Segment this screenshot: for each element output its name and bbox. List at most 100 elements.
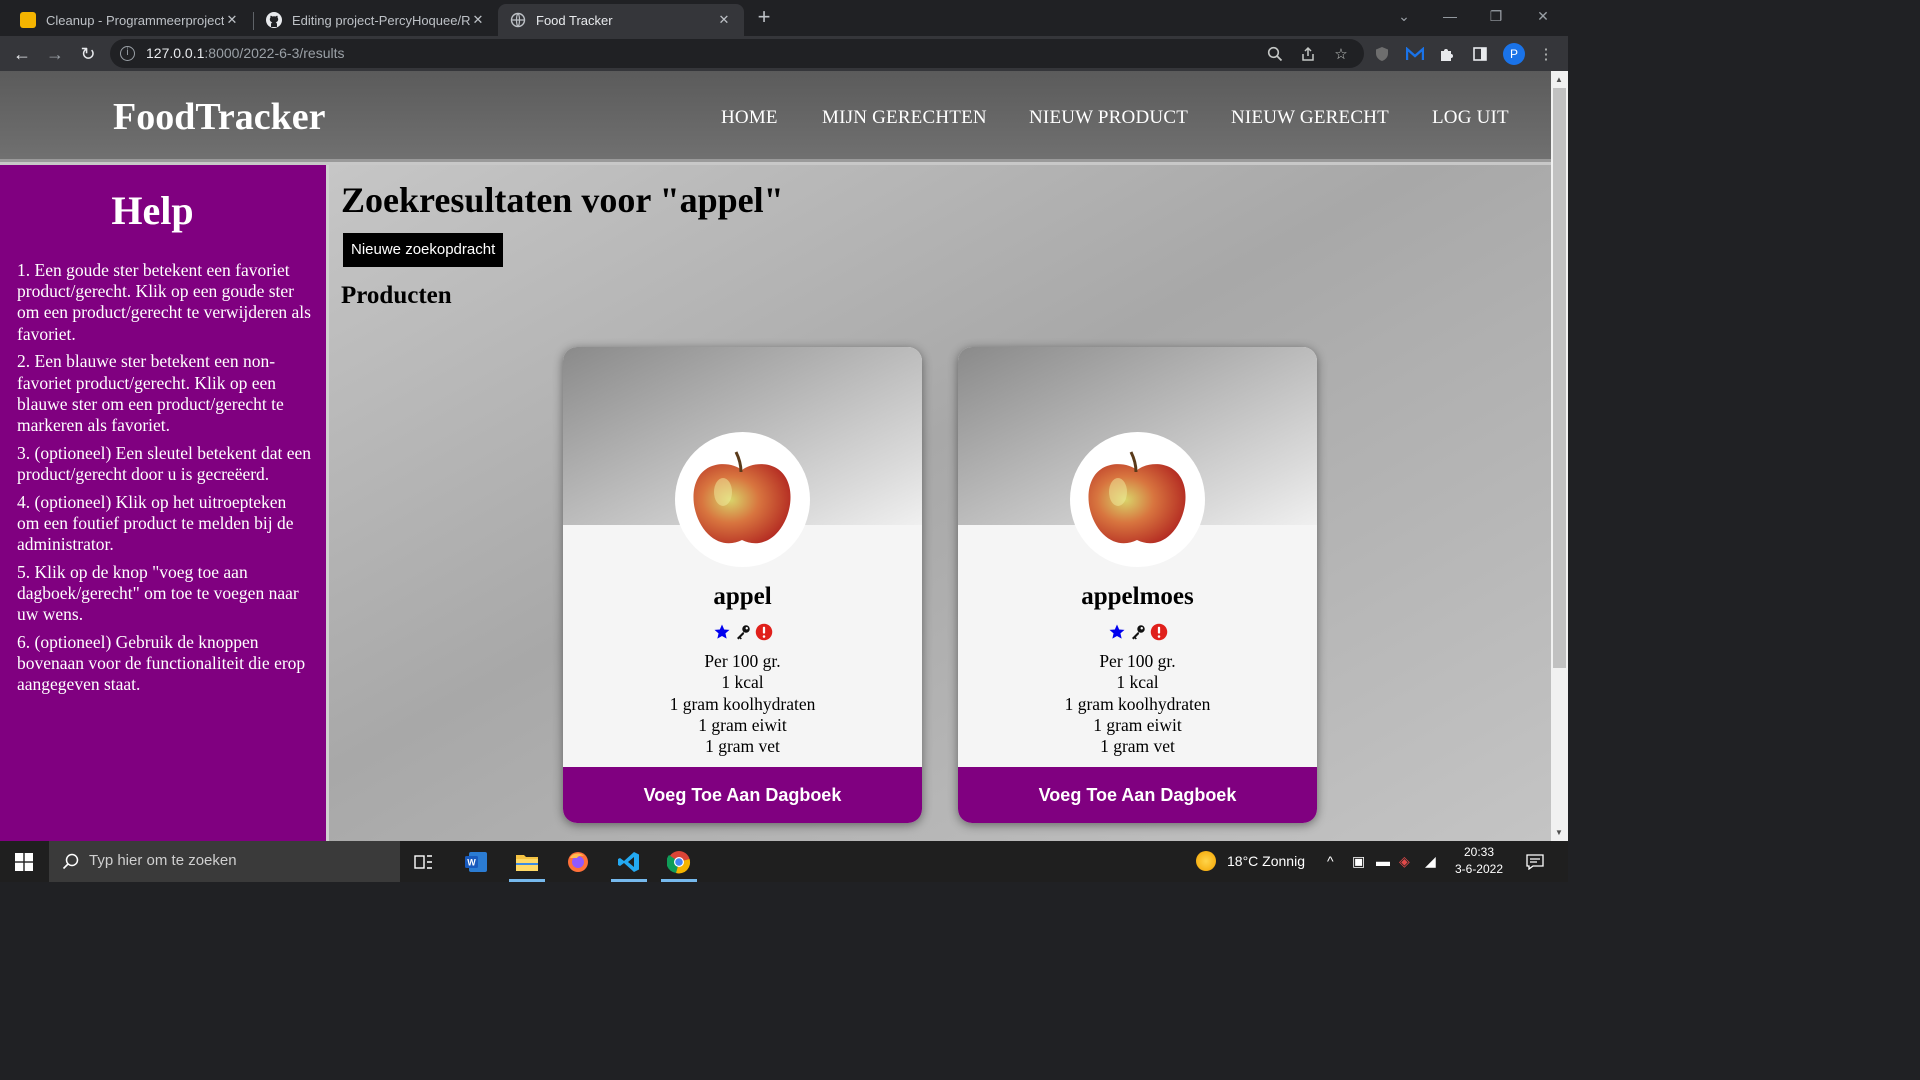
product-icons bbox=[563, 623, 922, 641]
page-viewport: FoodTracker HOME MIJN GERECHTEN NIEUW PR… bbox=[0, 71, 1551, 841]
nav-log-uit[interactable]: LOG UIT bbox=[1432, 107, 1509, 129]
url-path: :8000/2022-6-3/results bbox=[204, 45, 345, 61]
close-window-icon[interactable]: ✕ bbox=[1520, 0, 1566, 32]
address-bar[interactable]: i 127.0.0.1:8000/2022-6-3/results bbox=[110, 39, 1364, 68]
nutrition-fat: 1 gram vet bbox=[705, 736, 780, 757]
add-to-diary-button[interactable]: Voeg Toe Aan Dagboek bbox=[563, 767, 922, 823]
help-item: 3. (optioneel) Een sleutel betekent dat … bbox=[17, 442, 311, 484]
nutrition-facts: Per 100 gr. 1 kcal 1 gram koolhydraten 1… bbox=[958, 651, 1317, 757]
help-list: 1. Een goude ster betekent een favoriet … bbox=[17, 260, 312, 702]
close-tab-icon[interactable]: ✕ bbox=[716, 12, 732, 28]
site-brand[interactable]: FoodTracker bbox=[113, 95, 325, 139]
clock-time: 20:33 bbox=[1463, 845, 1495, 859]
windows-logo-icon bbox=[15, 852, 33, 871]
minimize-icon[interactable]: — bbox=[1427, 0, 1473, 32]
tab-title: Food Tracker bbox=[536, 12, 613, 28]
tray-chevron-icon[interactable]: ^ bbox=[1327, 853, 1334, 869]
new-search-button[interactable]: Nieuwe zoekopdracht bbox=[343, 233, 504, 267]
add-to-diary-button[interactable]: Voeg Toe Aan Dagboek bbox=[958, 767, 1317, 823]
svg-text:W: W bbox=[467, 857, 476, 867]
new-tab-button[interactable]: + bbox=[752, 6, 776, 30]
nav-home[interactable]: HOME bbox=[721, 107, 778, 129]
nutrition-basis: Per 100 gr. bbox=[1099, 651, 1176, 671]
tab-github[interactable]: Editing project-PercyHoquee/README.md ✕ bbox=[254, 4, 498, 36]
browser-menu-icon[interactable]: ⋮ bbox=[1535, 43, 1557, 65]
help-item: 6. (optioneel) Gebruik de knoppen bovena… bbox=[17, 631, 306, 695]
forward-arrow-icon[interactable]: → bbox=[41, 40, 69, 68]
product-name: appel bbox=[713, 583, 772, 610]
task-view-icon[interactable] bbox=[400, 841, 448, 882]
report-exclamation-icon[interactable] bbox=[1150, 623, 1168, 641]
scroll-up-arrow-icon[interactable]: ▲ bbox=[1555, 75, 1563, 84]
clock-date: 3-6-2022 bbox=[1454, 862, 1504, 876]
m-extension-icon[interactable] bbox=[1404, 43, 1426, 65]
help-item: 5. Klik op de knop "voeg toe aan dagboek… bbox=[17, 561, 299, 625]
nutrition-protein: 1 gram eiwit bbox=[698, 714, 787, 735]
windows-taskbar: Typ hier om te zoeken W 18°C Zonnig ^ ▣ … bbox=[0, 841, 1568, 882]
battery-icon[interactable]: ▬ bbox=[1376, 853, 1390, 869]
url-text[interactable]: 127.0.0.1:8000/2022-6-3/results bbox=[146, 45, 344, 61]
meet-now-icon[interactable]: ▣ bbox=[1352, 853, 1365, 870]
reload-icon[interactable]: ↻ bbox=[74, 40, 102, 68]
weather-text[interactable]: 18°C Zonnig bbox=[1227, 853, 1305, 869]
firefox-app-icon[interactable] bbox=[554, 841, 602, 882]
slides-icon bbox=[20, 12, 36, 28]
scrollbar-thumb[interactable] bbox=[1553, 88, 1566, 668]
bookmark-star-icon[interactable]: ☆ bbox=[1330, 43, 1352, 65]
product-card: appelmoes Per 100 gr. 1 kcal 1 gram kool… bbox=[958, 347, 1317, 823]
close-tab-icon[interactable]: ✕ bbox=[470, 12, 486, 28]
profile-avatar[interactable]: P bbox=[1503, 43, 1525, 65]
nutrition-fat: 1 gram vet bbox=[1100, 736, 1175, 757]
zoom-icon[interactable] bbox=[1264, 43, 1286, 65]
products-section-title: Producten bbox=[341, 282, 452, 309]
nav-nieuw-product[interactable]: NIEUW PRODUCT bbox=[1029, 107, 1188, 129]
url-host: 127.0.0.1 bbox=[146, 45, 205, 61]
taskbar-search[interactable]: Typ hier om te zoeken bbox=[49, 841, 400, 882]
taskbar-clock[interactable]: 20:33 3-6-2022 bbox=[1440, 844, 1518, 878]
share-icon[interactable] bbox=[1297, 43, 1319, 65]
nav-mijn-gerechten[interactable]: MIJN GERECHTEN bbox=[822, 107, 987, 129]
globe-icon bbox=[510, 12, 526, 28]
blue-star-icon[interactable] bbox=[1108, 623, 1126, 641]
report-exclamation-icon[interactable] bbox=[755, 623, 773, 641]
back-arrow-icon[interactable]: ← bbox=[8, 40, 36, 68]
search-icon bbox=[62, 853, 79, 870]
tab-title: Editing project-PercyHoquee/README.md bbox=[292, 12, 470, 28]
nutrition-carbs: 1 gram koolhydraten bbox=[669, 693, 816, 714]
windows-start-button[interactable] bbox=[0, 841, 48, 882]
weather-sun-icon[interactable] bbox=[1196, 851, 1216, 871]
help-item: 4. (optioneel) Klik op het uitroepteken … bbox=[17, 491, 294, 554]
page-scrollbar[interactable]: ▲ ▼ bbox=[1551, 71, 1568, 841]
taskbar-search-placeholder: Typ hier om te zoeken bbox=[89, 852, 237, 869]
scroll-down-arrow-icon[interactable]: ▼ bbox=[1555, 828, 1563, 837]
key-icon bbox=[1129, 623, 1147, 641]
nutrition-basis: Per 100 gr. bbox=[704, 651, 781, 671]
help-item: 1. Een goude ster betekent een favoriet … bbox=[17, 260, 311, 344]
nutrition-facts: Per 100 gr. 1 kcal 1 gram koolhydraten 1… bbox=[563, 651, 922, 757]
results-main: Zoekresultaten voor "appel" Nieuwe zoeko… bbox=[329, 165, 1551, 841]
extensions-puzzle-icon[interactable] bbox=[1436, 43, 1458, 65]
apple-image bbox=[1070, 432, 1205, 567]
tab-food-tracker[interactable]: Food Tracker ✕ bbox=[498, 4, 744, 36]
file-explorer-icon[interactable] bbox=[503, 841, 551, 882]
tab-search-icon[interactable]: ⌄ bbox=[1381, 0, 1427, 32]
nutrition-protein: 1 gram eiwit bbox=[1093, 714, 1182, 735]
word-app-icon[interactable]: W bbox=[452, 841, 500, 882]
shield-extension-icon[interactable] bbox=[1371, 43, 1393, 65]
site-info-icon[interactable]: i bbox=[120, 46, 135, 61]
nav-nieuw-gerecht[interactable]: NIEUW GERECHT bbox=[1231, 107, 1389, 129]
chrome-app-icon[interactable] bbox=[655, 841, 703, 882]
restore-icon[interactable]: ❐ bbox=[1473, 0, 1519, 32]
close-tab-icon[interactable]: ✕ bbox=[224, 12, 240, 28]
dropbox-icon[interactable]: ◈ bbox=[1399, 853, 1410, 870]
product-icons bbox=[958, 623, 1317, 641]
wifi-icon[interactable]: ◢ bbox=[1425, 853, 1436, 870]
product-card: appel Per 100 gr. 1 kcal 1 gram koolhydr… bbox=[563, 347, 922, 823]
notifications-icon[interactable] bbox=[1512, 841, 1558, 882]
side-panel-icon[interactable] bbox=[1469, 43, 1491, 65]
vscode-app-icon[interactable] bbox=[605, 841, 653, 882]
help-item: 2. Een blauwe ster betekent een non-favo… bbox=[17, 351, 284, 435]
tab-cleanup[interactable]: Cleanup - Programmeerproject ✕ bbox=[8, 4, 252, 36]
help-title: Help bbox=[111, 188, 194, 233]
blue-star-icon[interactable] bbox=[713, 623, 731, 641]
